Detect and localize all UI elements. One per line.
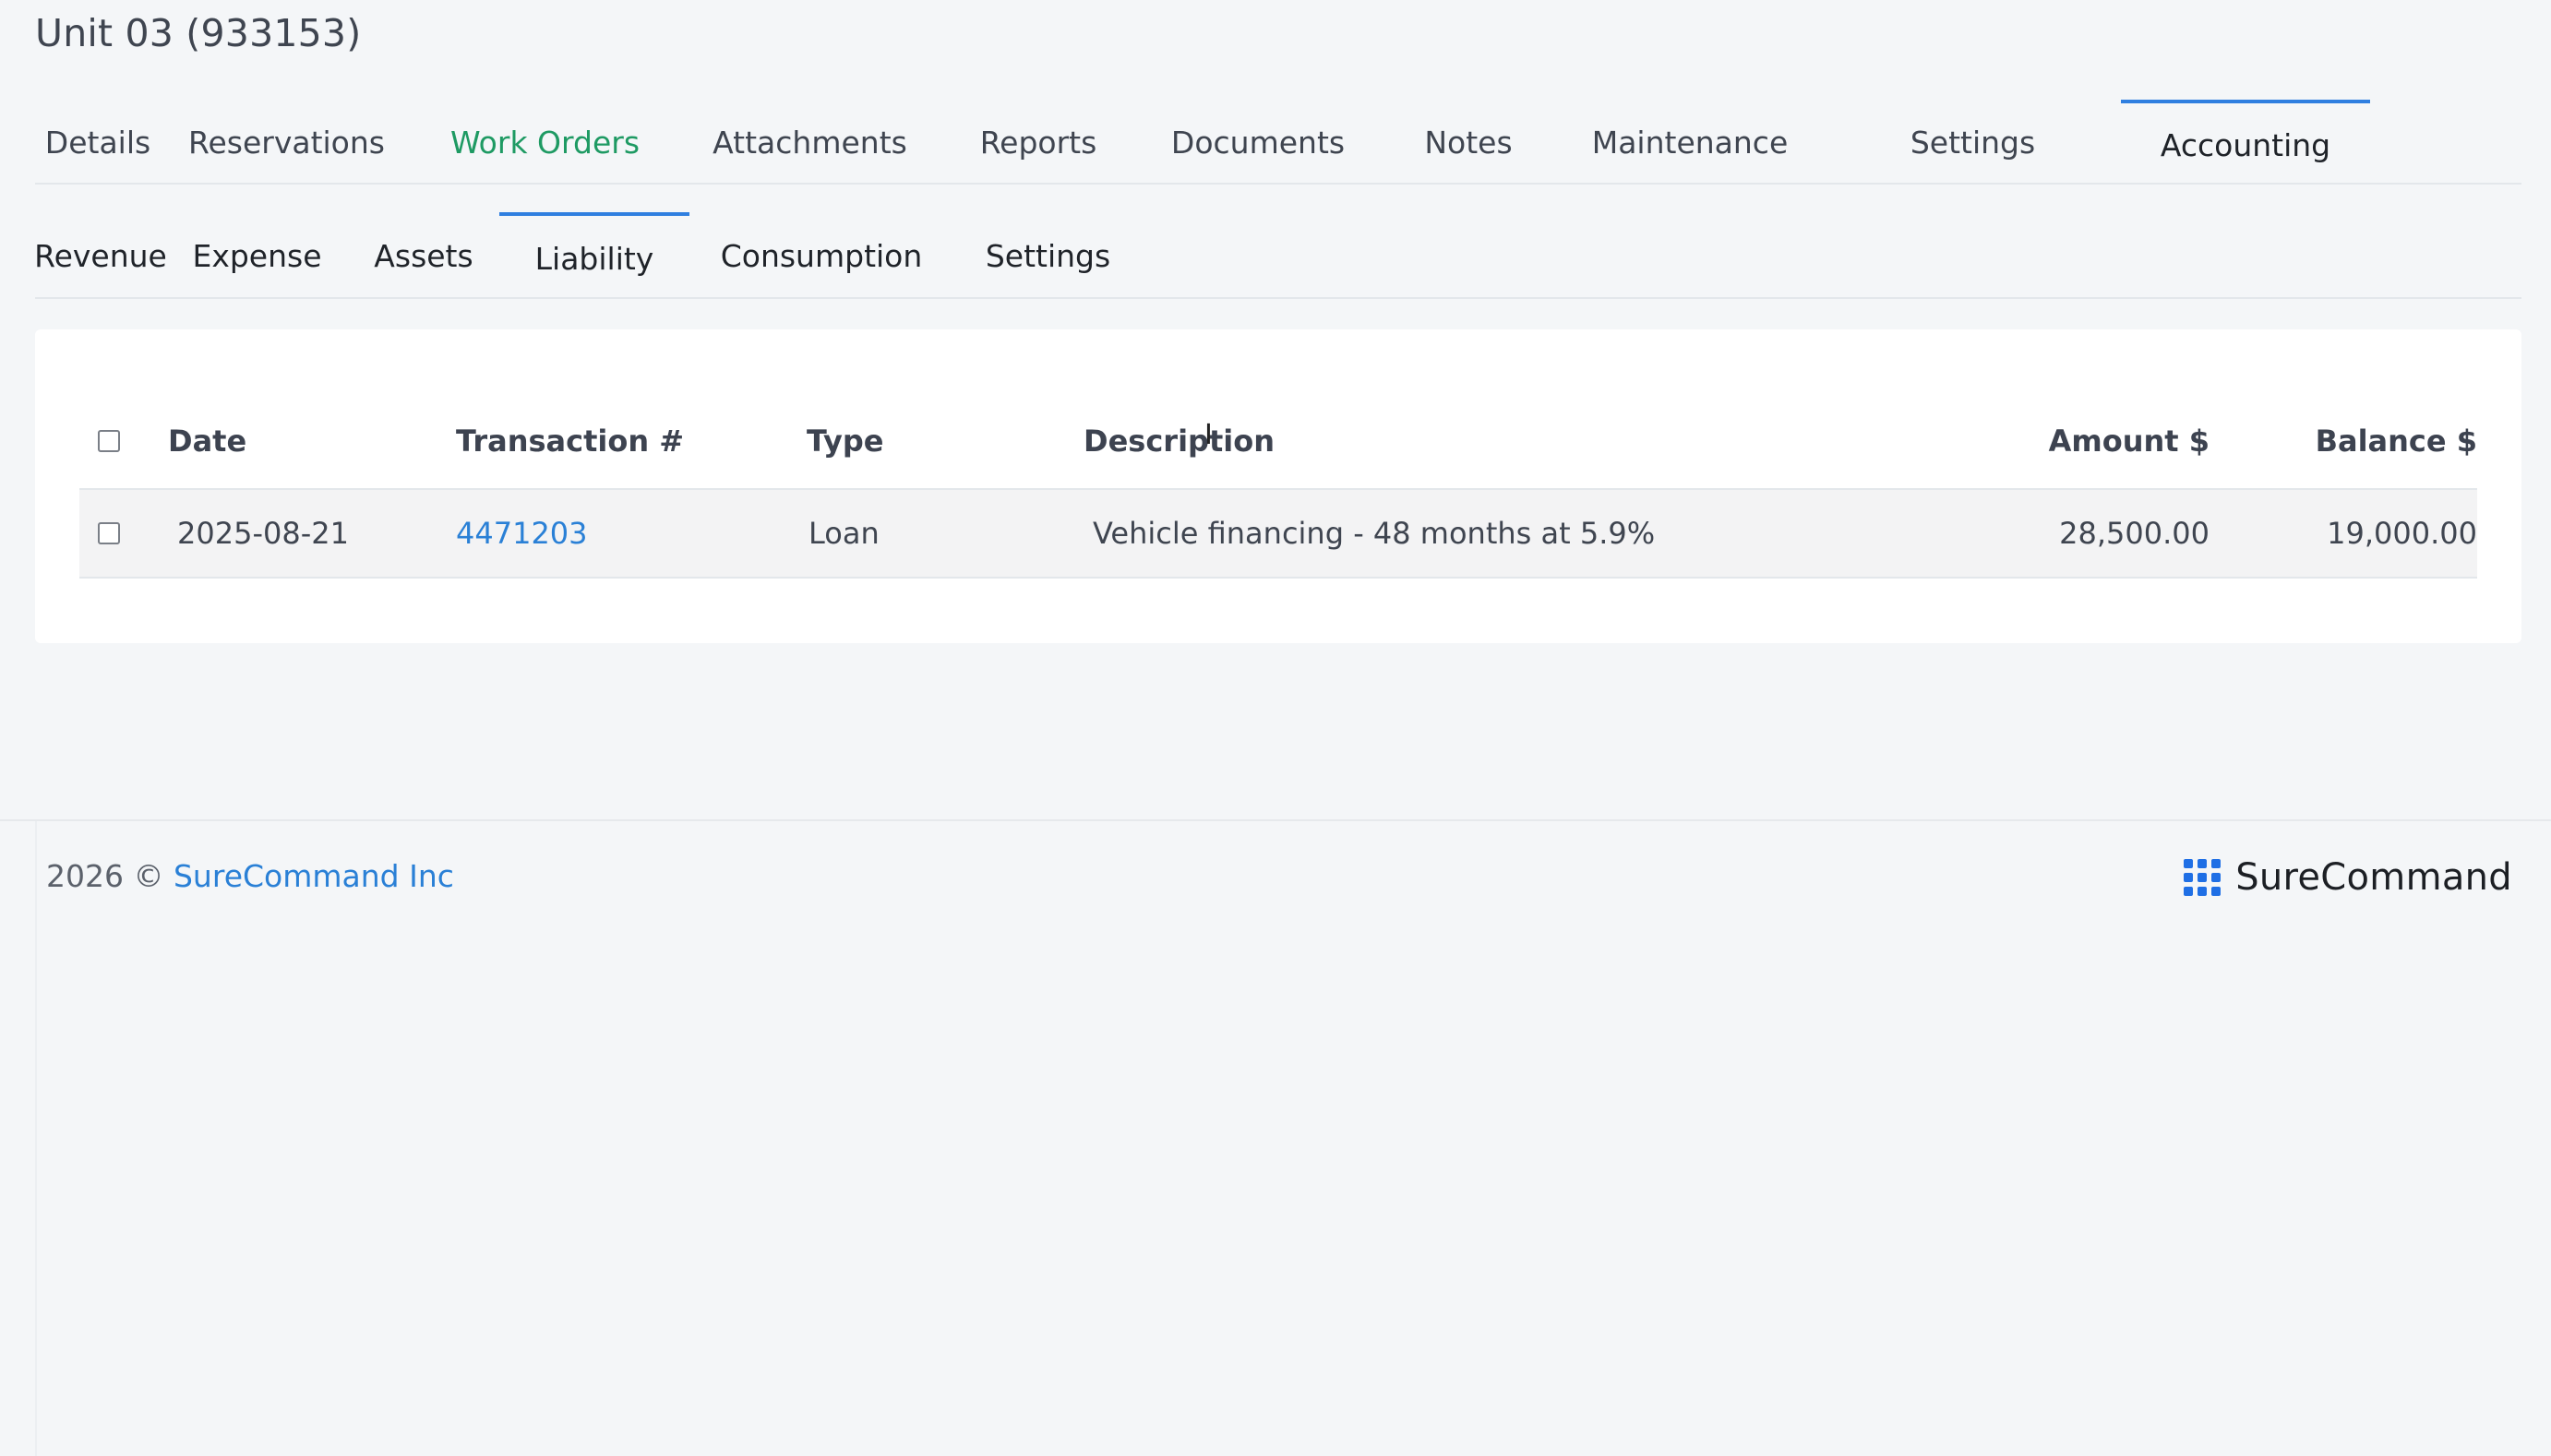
tab-reports[interactable]: Reports [942,100,1134,185]
left-divider [35,821,37,1456]
subtab-revenue[interactable]: Revenue [34,212,167,299]
primary-tabs: Details Reservations Work Orders Attachm… [35,100,2521,185]
row-checkbox-cell [79,522,168,544]
liability-card: Date Transaction # Type Description Amou… [35,329,2521,643]
header-amount[interactable]: Amount $ [1933,424,2210,459]
tab-work-orders[interactable]: Work Orders [413,100,677,185]
footer-copyright: 2026 © SureCommand Inc [46,858,454,894]
header-transaction[interactable]: Transaction # [456,424,807,459]
subtab-consumption[interactable]: Consumption [689,212,953,299]
header-type[interactable]: Type [807,424,1084,459]
tab-maintenance[interactable]: Maintenance [1555,100,1825,185]
row-type: Loan [808,516,880,551]
row-transaction-link[interactable]: 4471203 [456,516,807,551]
header-date[interactable]: Date [168,424,456,459]
row-checkbox[interactable] [98,522,120,544]
tab-settings[interactable]: Settings [1825,100,2121,185]
liability-table: Date Transaction # Type Description Amou… [79,394,2477,579]
grid-dots-icon [2184,859,2222,896]
subtab-settings[interactable]: Settings [953,212,1143,299]
tab-details[interactable]: Details [35,100,161,185]
row-description: Vehicle financing - 48 months at 5.9% [1093,516,1656,551]
tab-accounting[interactable]: Accounting [2121,100,2370,185]
header-balance[interactable]: Balance $ [2210,424,2477,459]
page-title: Unit 03 (933153) [35,11,362,55]
company-link[interactable]: SureCommand Inc [174,858,454,894]
table-row[interactable]: 2025-08-21 4471203 Loan Vehicle financin… [79,490,2477,579]
row-amount: 28,500.00 [2059,516,2210,551]
subtab-liability[interactable]: Liability [499,212,689,299]
brand-name: SureCommand [2235,856,2512,899]
tab-reservations[interactable]: Reservations [161,100,413,185]
copyright-text: 2026 © [46,858,164,894]
brand-logo[interactable]: SureCommand [2184,856,2512,899]
select-all-checkbox[interactable] [98,430,120,452]
tab-attachments[interactable]: Attachments [677,100,942,185]
header-checkbox-cell [79,430,168,452]
row-date: 2025-08-21 [177,516,349,551]
tab-documents[interactable]: Documents [1134,100,1382,185]
subtab-assets[interactable]: Assets [348,212,499,299]
table-header-row: Date Transaction # Type Description Amou… [79,394,2477,490]
page: Unit 03 (933153) Details Reservations Wo… [0,0,2551,1456]
text-cursor-icon: I [1204,419,1213,451]
accounting-subtabs: Revenue Expense Assets Liability Consump… [34,212,2521,299]
tab-notes[interactable]: Notes [1382,100,1555,185]
subtab-expense[interactable]: Expense [166,212,348,299]
row-balance: 19,000.00 [2327,516,2477,551]
footer-divider [0,819,2551,821]
